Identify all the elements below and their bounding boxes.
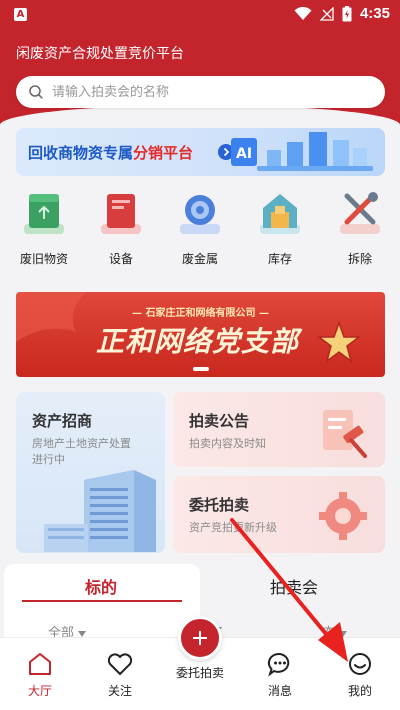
- app-title: 闲废资产合规处置竞价平台: [16, 46, 184, 62]
- tools-icon: [340, 192, 380, 234]
- banner-title: 回收商物资专属分销平台: [28, 144, 194, 162]
- chevron-down-icon: [78, 630, 87, 637]
- auction-notice-card[interactable]: 拍卖公告 拍卖内容及时知: [173, 392, 385, 467]
- clock: 4:35: [359, 5, 390, 22]
- party-branch-banner[interactable]: — 石家庄正和网络有限公司 — 正和网络党支部: [16, 292, 385, 377]
- metal-gear-icon: [180, 195, 220, 234]
- category-scrap-metal[interactable]: 废金属: [165, 188, 235, 267]
- chat-bubble-icon: [267, 652, 290, 677]
- svg-text:AI: AI: [236, 146, 252, 162]
- category-grid: 废旧物资 设备 废金属 库存 拆除: [0, 188, 400, 268]
- tab-auctions[interactable]: 拍卖会: [270, 574, 318, 598]
- heart-icon: [107, 653, 133, 675]
- tab-consign-auction[interactable]: 委托拍卖: [160, 616, 240, 681]
- tab-follow[interactable]: 关注: [80, 650, 160, 699]
- status-bar: A 4:35: [0, 0, 400, 30]
- recycle-box-icon: [24, 194, 64, 234]
- search-input[interactable]: [52, 84, 352, 100]
- smiley-face-icon: [349, 653, 371, 675]
- category-inventory[interactable]: 库存: [245, 188, 315, 267]
- category-demolition[interactable]: 拆除: [325, 188, 395, 267]
- home-icon: [29, 653, 51, 675]
- app-notification-icon: A: [14, 8, 27, 21]
- flag-decoration: [16, 292, 86, 342]
- building-illustration: [44, 470, 156, 552]
- category-equipment[interactable]: 设备: [86, 188, 156, 267]
- tab-messages[interactable]: 消息: [240, 650, 320, 699]
- consign-auction-card[interactable]: 委托拍卖 资产竞拍更新升级: [173, 476, 385, 553]
- gear-icon: [319, 492, 367, 540]
- ai-cubes-illustration: AI: [231, 132, 373, 171]
- asset-investment-card[interactable]: 资产招商 房地产土地资产处置 进行中: [16, 392, 165, 553]
- gavel-icon: [323, 410, 367, 458]
- search-icon: [29, 85, 43, 99]
- carousel-indicator: [16, 367, 385, 371]
- plus-icon: [178, 616, 222, 660]
- star-emblem-icon: [316, 320, 362, 363]
- signal-icon: [319, 6, 334, 21]
- equipment-icon: [101, 194, 141, 234]
- bottom-tab-bar: 大厅 关注 委托拍卖 消息 我的: [0, 616, 400, 710]
- tab-mine[interactable]: 我的: [320, 650, 400, 699]
- wifi-icon: [294, 6, 312, 20]
- tab-targets[interactable]: 标的: [85, 574, 117, 598]
- chevron-down-icon: [339, 630, 348, 637]
- distribution-platform-banner[interactable]: 回收商物资专属分销平台 AI: [16, 128, 385, 176]
- tab-home[interactable]: 大厅: [0, 650, 80, 699]
- active-tab-indicator: [22, 600, 182, 602]
- category-waste-materials[interactable]: 废旧物资: [9, 188, 79, 267]
- battery-charging-icon: [342, 5, 352, 21]
- warehouse-icon: [260, 194, 300, 234]
- search-bar[interactable]: [16, 76, 385, 108]
